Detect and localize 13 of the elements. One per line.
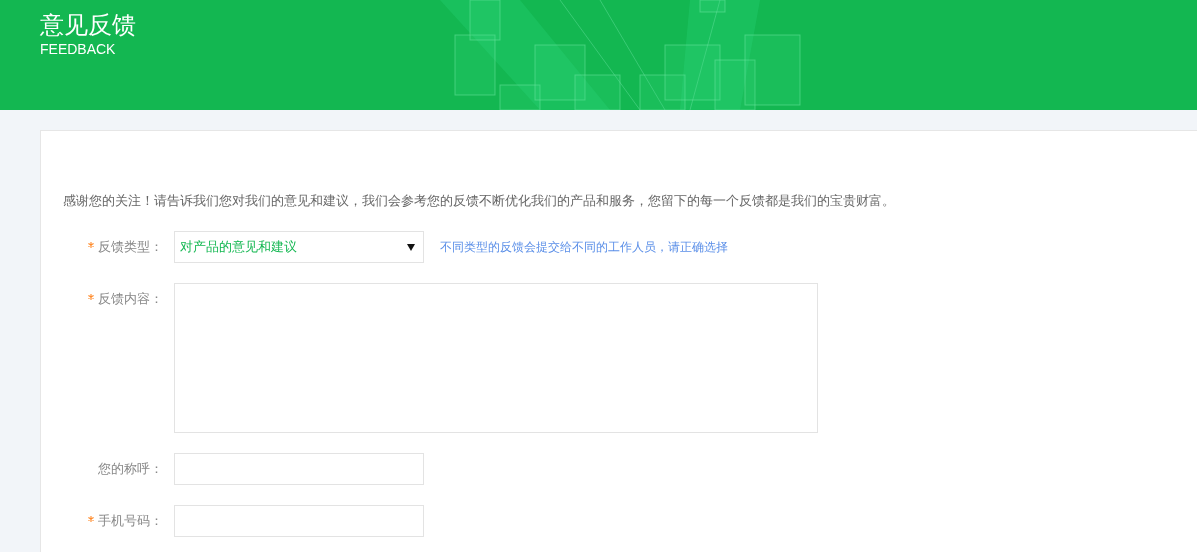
field-label: 反馈类型：: [98, 238, 163, 257]
page-title: 意见反馈: [40, 10, 136, 40]
intro-text: 感谢您的关注！请告诉我们您对我们的意见和建议，我们会参考您的反馈不断优化我们的产品和服务，您留下的每一个反馈都是我们的宝贵财富。: [63, 192, 895, 210]
input-field[interactable]: [174, 505, 424, 537]
field-label: 您的称呼：: [98, 460, 163, 479]
page-subtitle: FEEDBACK: [40, 40, 116, 58]
field-label: 手机号码：: [98, 512, 163, 531]
hint-text: 不同类型的反馈会提交给不同的工作人员，请正确选择: [440, 239, 728, 256]
content-field[interactable]: [174, 283, 818, 433]
input-field[interactable]: [174, 453, 424, 485]
caret-icon: [407, 243, 415, 251]
feedback-type-select[interactable]: 对产品的意见和建议: [174, 231, 424, 263]
field-label: 反馈内容：: [98, 290, 163, 309]
